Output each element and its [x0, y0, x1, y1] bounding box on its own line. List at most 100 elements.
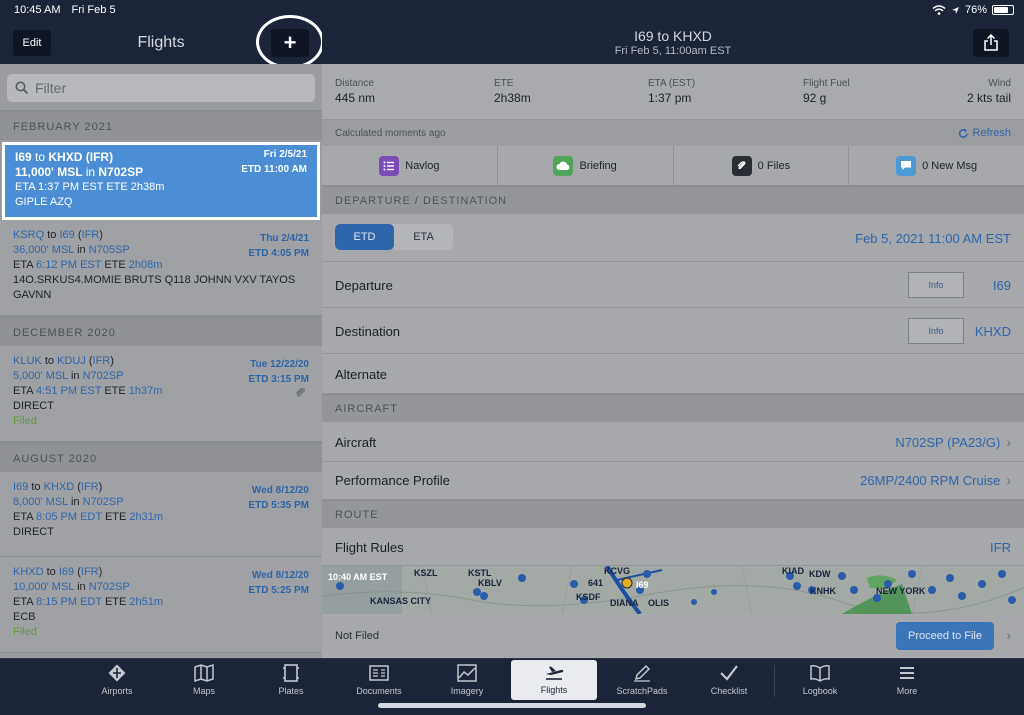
flight-date: Fri 2/5/21 — [263, 149, 307, 160]
plates-icon — [283, 664, 299, 682]
performance-row[interactable]: Performance Profile 26MP/2400 RPM Cruise… — [322, 462, 1024, 500]
files-button[interactable]: 0 Files — [674, 146, 850, 185]
share-button[interactable] — [973, 29, 1009, 57]
tab-checklist[interactable]: Checklist — [686, 661, 772, 699]
checklist-icon — [720, 665, 738, 681]
word-in: in — [85, 165, 96, 179]
flight-route: 14O.SRKUS4.MOMIE BRUTS Q118 JOHNN VXV TA… — [13, 274, 296, 301]
status-bar: 10:45 AM Fri Feb 5 76% — [0, 0, 1024, 20]
tab-more[interactable]: More — [864, 661, 950, 699]
add-flight-button[interactable]: + — [271, 29, 309, 57]
tab-imagery[interactable]: Imagery — [424, 661, 510, 699]
tab-label: Airports — [101, 686, 133, 696]
wifi-icon — [932, 5, 946, 15]
map-label: 641 — [588, 578, 604, 588]
flights-sidebar: Edit Flights + FEBRUARY 2021 Fri 2/5/21 … — [0, 0, 322, 658]
eta-tab[interactable]: ETA — [394, 224, 453, 250]
map-label: KSTL — [468, 568, 492, 578]
map-label: KANSAS CITY — [370, 596, 432, 606]
tab-label: Checklist — [710, 686, 748, 696]
stat-label: ETE — [494, 78, 514, 89]
departure-time[interactable]: Feb 5, 2021 11:00 AM EST — [855, 231, 1011, 246]
chevron-right-icon[interactable]: › — [1006, 627, 1011, 643]
flight-ete: 2h31m — [129, 511, 164, 523]
navlog-label: Navlog — [405, 159, 440, 172]
destination-label: Destination — [335, 324, 401, 339]
section-header: FEBRUARY 2021 — [0, 110, 322, 140]
stat-value: 2h38m — [494, 91, 531, 105]
flight-stats: Distance 445 nm ETE 2h38m ETA (EST) 1:37 pm… — [322, 64, 1024, 120]
flight-route: DIRECT — [13, 526, 54, 538]
tab-documents[interactable]: Documents — [336, 661, 422, 699]
flight-item[interactable]: Wed 8/12/20 ETD 5:25 PM KHXD to I69 (IFR… — [0, 557, 322, 653]
airports-icon — [108, 664, 126, 682]
flight-altitude: 11,000' MSL — [15, 165, 83, 179]
departure-row[interactable]: Departure Info I69 — [322, 262, 1024, 308]
map-label: KIAD — [782, 566, 804, 576]
etd-eta-toggle: ETD ETA — [335, 224, 453, 250]
tab-label: Flights — [540, 685, 568, 695]
message-icon — [896, 155, 917, 176]
stat-eta: ETA (EST) 1:37 pm — [648, 78, 695, 105]
destination-value[interactable]: KHXD — [975, 324, 1011, 339]
performance-value: 26MP/2400 RPM Cruise — [860, 472, 1001, 488]
word-in: in — [70, 496, 80, 508]
tab-flights[interactable]: Flights — [511, 660, 597, 700]
stat-value: 1:37 pm — [648, 91, 692, 105]
navlog-button[interactable]: Navlog — [322, 146, 498, 185]
section-aircraft: AIRCRAFT — [322, 394, 1024, 422]
map-label: KCVG — [604, 566, 631, 576]
proceed-to-file-button[interactable]: Proceed to File — [896, 622, 994, 650]
stat-value: 92 g — [803, 91, 827, 105]
filter-input[interactable] — [35, 78, 305, 98]
destination-info-button[interactable]: Info — [908, 318, 964, 344]
flight-rules-row[interactable]: Flight Rules IFR — [322, 528, 1024, 566]
tab-label: Imagery — [450, 686, 484, 696]
tab-plates[interactable]: Plates — [248, 661, 334, 699]
tab-maps[interactable]: Maps — [161, 661, 247, 699]
refresh-button[interactable]: Refresh — [958, 127, 1011, 139]
tab-label: Logbook — [802, 686, 838, 696]
flight-list: FEBRUARY 2021 Fri 2/5/21 ETD 11:00 AM I6… — [0, 110, 322, 653]
performance-label: Performance Profile — [335, 473, 450, 488]
flight-ete: 2h51m — [129, 596, 164, 608]
flight-item[interactable]: Thu 2/4/21 ETD 4:05 PM KSRQ to I69 (IFR)… — [0, 220, 322, 316]
stat-distance: Distance 445 nm — [335, 78, 375, 105]
etd-tab[interactable]: ETD — [335, 224, 394, 250]
flight-item[interactable]: Tue 12/22/20 ETD 3:15 PM KLUK to KDUJ (I… — [0, 346, 322, 442]
flight-eta-line: ETA 1:37 PM EST ETE 2h38m — [15, 180, 307, 195]
destination-row[interactable]: Destination Info KHXD — [322, 308, 1024, 354]
section-header: DECEMBER 2020 — [0, 316, 322, 346]
tab-label: Documents — [356, 686, 402, 696]
flight-status: Filed — [13, 415, 37, 427]
map-label: DIANA — [610, 598, 639, 608]
tab-airports[interactable]: Airports — [74, 661, 160, 699]
alternate-row[interactable]: Alternate — [322, 354, 1024, 394]
flight-item[interactable]: Wed 8/12/20 ETD 5:35 PM I69 to KHXD (IFR… — [0, 472, 322, 557]
navlog-icon — [379, 155, 400, 176]
section-header: AUGUST 2020 — [0, 442, 322, 472]
departure-value[interactable]: I69 — [993, 278, 1011, 293]
messages-button[interactable]: 0 New Msg — [849, 146, 1024, 185]
flight-date: Wed 8/12/20 — [251, 570, 309, 581]
tab-label: Plates — [278, 686, 304, 696]
flight-rules: IFR — [80, 566, 99, 578]
word-to: to — [47, 229, 57, 241]
aircraft-label: Aircraft — [335, 435, 377, 450]
tab-logbook[interactable]: Logbook — [777, 661, 863, 699]
word-to: to — [35, 150, 46, 164]
filter-field[interactable] — [7, 74, 315, 102]
route-map[interactable]: 10:40 AM EST KSTL KCVG KIAD KSZL KBLV 64… — [322, 566, 1024, 614]
share-icon — [984, 34, 998, 51]
aircraft-row[interactable]: Aircraft N702SP (PA23/G) › — [322, 422, 1024, 462]
flight-item-selected[interactable]: Fri 2/5/21 ETD 11:00 AM I69 to KHXD (IFR… — [2, 142, 320, 220]
flight-from: I69 — [13, 481, 29, 493]
flight-ete: 1h37m — [128, 385, 163, 397]
departure-info-button[interactable]: Info — [908, 272, 964, 298]
flight-from: KSRQ — [13, 229, 45, 241]
filing-row: Not Filed Proceed to File › — [322, 614, 1024, 658]
briefing-button[interactable]: Briefing — [498, 146, 674, 185]
flight-rules-value[interactable]: IFR — [990, 540, 1011, 555]
tab-scratchpads[interactable]: ScratchPads — [599, 661, 685, 699]
messages-label: 0 New Msg — [922, 159, 978, 172]
